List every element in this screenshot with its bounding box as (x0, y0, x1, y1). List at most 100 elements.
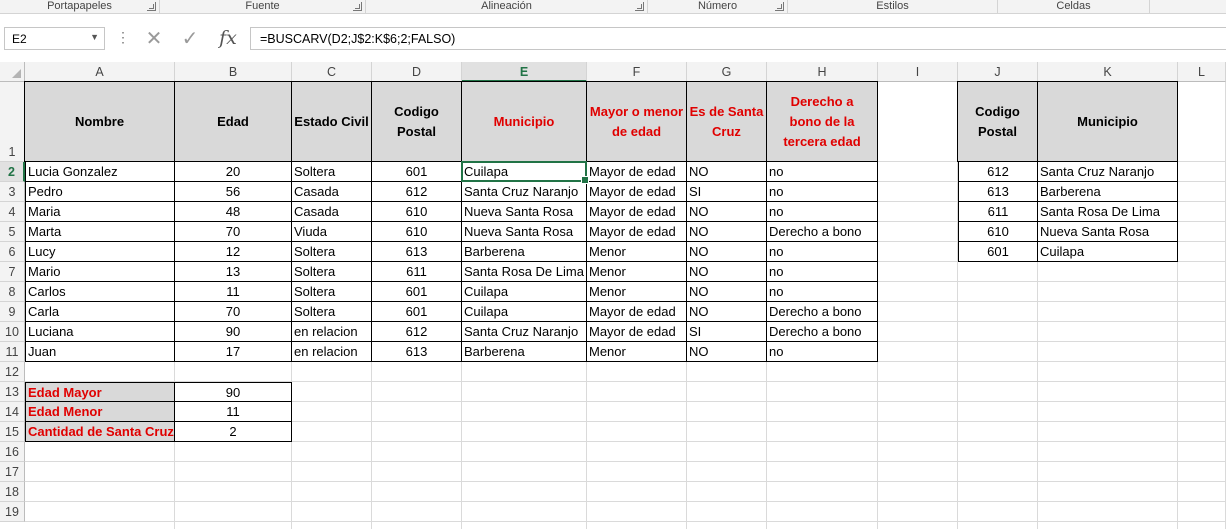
column-header-i[interactable]: I (878, 62, 958, 82)
table-cell[interactable]: Maria (25, 202, 175, 222)
lookup-cell[interactable]: Nueva Santa Rosa (1038, 222, 1178, 242)
table-cell[interactable]: Viuda (292, 222, 372, 242)
row-header-15[interactable]: 15 (0, 422, 25, 442)
table-cell[interactable]: no (767, 342, 878, 362)
table-cell[interactable]: Mayor de edad (587, 322, 687, 342)
lookup-cell[interactable]: 610 (958, 222, 1038, 242)
table-cell[interactable]: NO (687, 342, 767, 362)
table-cell[interactable]: Derecho a bono (767, 222, 878, 242)
table-header-cell[interactable]: Codigo Postal (371, 81, 462, 162)
table-cell[interactable]: Casada (292, 202, 372, 222)
insert-function-icon[interactable]: fx (216, 25, 240, 51)
table-cell[interactable]: 610 (372, 222, 462, 242)
table-cell[interactable]: Menor (587, 342, 687, 362)
table-cell[interactable]: no (767, 202, 878, 222)
row-header-17[interactable]: 17 (0, 462, 25, 482)
dialog-launcher-icon[interactable] (147, 2, 156, 11)
row-header-3[interactable]: 3 (0, 182, 25, 202)
formula-input[interactable]: =BUSCARV(D2;J$2:K$6;2;FALSO) (250, 27, 1226, 50)
table-cell[interactable]: Soltera (292, 162, 372, 182)
summary-label[interactable]: Edad Mayor (25, 382, 175, 402)
table-cell[interactable]: Lucy (25, 242, 175, 262)
table-cell[interactable]: Casada (292, 182, 372, 202)
dialog-launcher-icon[interactable] (775, 2, 784, 11)
table-cell[interactable]: 56 (175, 182, 292, 202)
column-header-l[interactable]: L (1178, 62, 1226, 82)
table-cell[interactable]: Soltera (292, 262, 372, 282)
table-cell[interactable]: 601 (372, 302, 462, 322)
table-cell[interactable]: NO (687, 302, 767, 322)
lookup-cell[interactable]: Santa Rosa De Lima (1038, 202, 1178, 222)
table-cell[interactable]: Luciana (25, 322, 175, 342)
summary-label[interactable]: Edad Menor (25, 402, 175, 422)
table-cell[interactable]: Soltera (292, 282, 372, 302)
table-cell[interactable]: Juan (25, 342, 175, 362)
table-cell[interactable]: Barberena (462, 242, 587, 262)
table-header-cell[interactable]: Mayor o menor de edad (586, 81, 687, 162)
table-header-cell[interactable]: Nombre (24, 81, 175, 162)
row-header-8[interactable]: 8 (0, 282, 25, 302)
lookup-header-cell[interactable]: Municipio (1037, 81, 1178, 162)
column-header-d[interactable]: D (372, 62, 462, 82)
column-header-b[interactable]: B (175, 62, 292, 82)
row-header-10[interactable]: 10 (0, 322, 25, 342)
row-header-18[interactable]: 18 (0, 482, 25, 502)
table-cell[interactable]: Menor (587, 242, 687, 262)
row-header-7[interactable]: 7 (0, 262, 25, 282)
table-cell[interactable]: 612 (372, 322, 462, 342)
table-cell[interactable]: Marta (25, 222, 175, 242)
table-cell[interactable]: 601 (372, 162, 462, 182)
column-header-k[interactable]: K (1038, 62, 1178, 82)
dialog-launcher-icon[interactable] (635, 2, 644, 11)
row-header-6[interactable]: 6 (0, 242, 25, 262)
table-cell[interactable]: 612 (372, 182, 462, 202)
table-cell[interactable]: Mayor de edad (587, 202, 687, 222)
row-header-1[interactable]: 1 (0, 82, 25, 162)
row-header-16[interactable]: 16 (0, 442, 25, 462)
spreadsheet-grid[interactable]: A B C D E F G H I J K L 1 2 3 4 5 6 7 8 9 10 11 12 13 14 15 16 17 18 1… (0, 62, 1226, 529)
table-cell[interactable]: Santa Cruz Naranjo (462, 182, 587, 202)
row-header-12[interactable]: 12 (0, 362, 25, 382)
table-cell[interactable]: Mayor de edad (587, 302, 687, 322)
table-cell[interactable]: Soltera (292, 302, 372, 322)
table-cell[interactable]: no (767, 162, 878, 182)
table-cell[interactable]: 17 (175, 342, 292, 362)
row-header-4[interactable]: 4 (0, 202, 25, 222)
table-cell[interactable]: Carla (25, 302, 175, 322)
column-header-c[interactable]: C (292, 62, 372, 82)
cancel-icon[interactable]: ✕ (142, 27, 166, 51)
name-box[interactable]: E2 ▼ (4, 27, 105, 50)
row-header-19[interactable]: 19 (0, 502, 25, 522)
table-cell[interactable]: Cuilapa (462, 162, 587, 182)
column-header-h[interactable]: H (767, 62, 878, 82)
table-cell[interactable]: Menor (587, 262, 687, 282)
lookup-cell[interactable]: Cuilapa (1038, 242, 1178, 262)
row-header-11[interactable]: 11 (0, 342, 25, 362)
column-header-a[interactable]: A (25, 62, 175, 82)
summary-value[interactable]: 90 (175, 382, 292, 402)
column-header-j[interactable]: J (958, 62, 1038, 82)
table-cell[interactable]: Carlos (25, 282, 175, 302)
table-cell[interactable]: 613 (372, 342, 462, 362)
lookup-cell[interactable]: 601 (958, 242, 1038, 262)
table-cell[interactable]: no (767, 262, 878, 282)
table-cell[interactable]: en relacion (292, 342, 372, 362)
table-cell[interactable]: 48 (175, 202, 292, 222)
lookup-cell[interactable]: 611 (958, 202, 1038, 222)
table-cell[interactable]: Mayor de edad (587, 162, 687, 182)
table-cell[interactable]: 13 (175, 262, 292, 282)
row-header-14[interactable]: 14 (0, 402, 25, 422)
table-header-cell[interactable]: Edad (174, 81, 292, 162)
table-cell[interactable]: Derecho a bono (767, 322, 878, 342)
chevron-down-icon[interactable]: ▼ (90, 32, 99, 42)
lookup-cell[interactable]: 612 (958, 162, 1038, 182)
table-cell[interactable]: NO (687, 202, 767, 222)
select-all-corner[interactable] (0, 62, 25, 82)
table-cell[interactable]: NO (687, 222, 767, 242)
table-cell[interactable]: 611 (372, 262, 462, 282)
column-header-f[interactable]: F (587, 62, 687, 82)
summary-label[interactable]: Cantidad de Santa Cruz (25, 422, 175, 442)
table-cell[interactable]: 613 (372, 242, 462, 262)
table-cell[interactable]: SI (687, 322, 767, 342)
summary-value[interactable]: 2 (175, 422, 292, 442)
